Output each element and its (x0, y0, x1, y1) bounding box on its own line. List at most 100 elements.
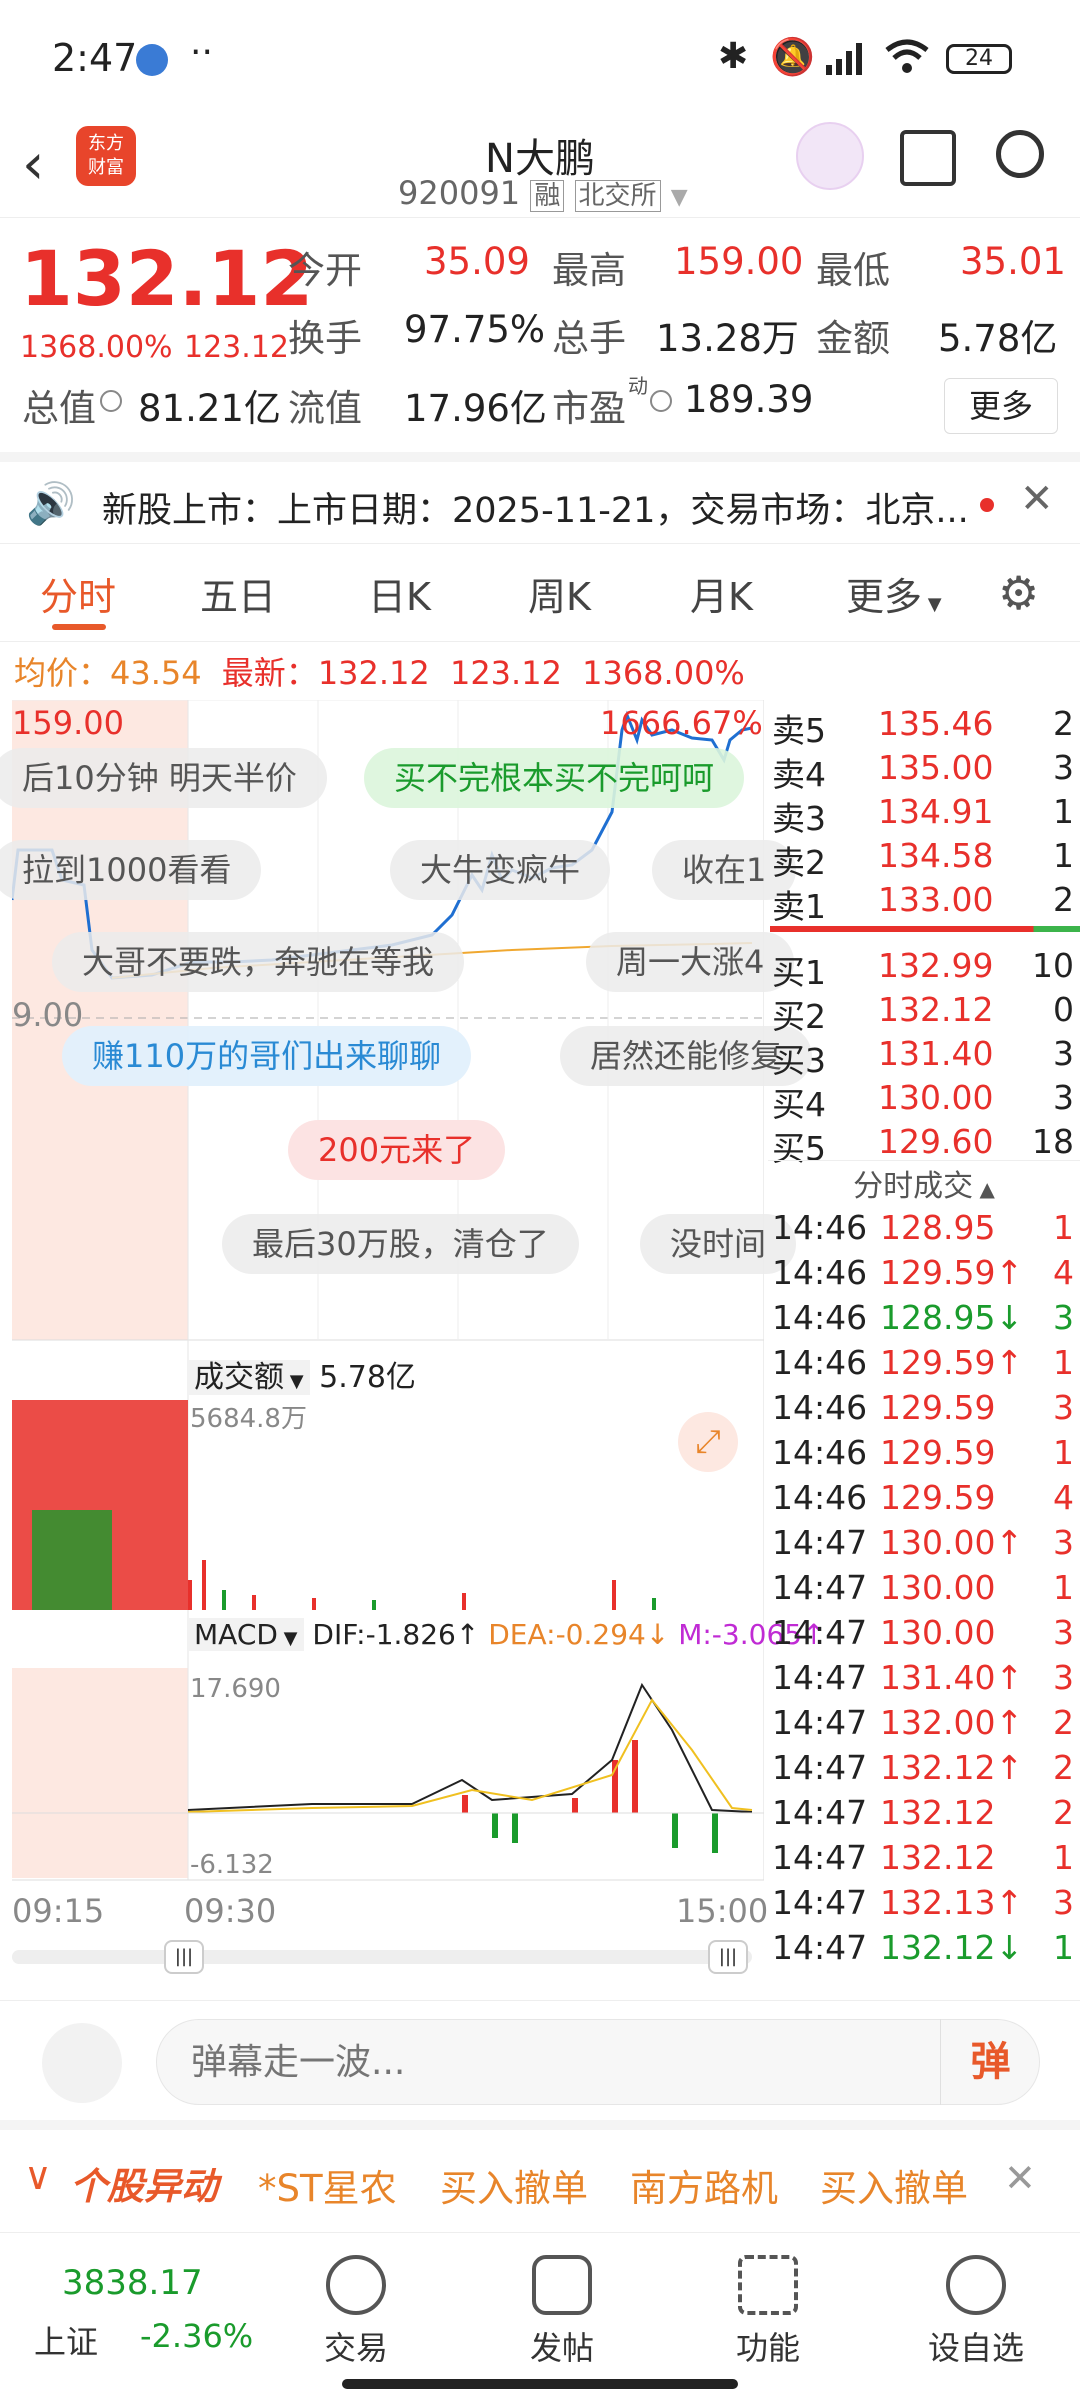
trade-price: 132.12 (880, 1793, 996, 1832)
preopen-shade-macd (12, 1668, 188, 1878)
bid-price: 129.60 (878, 1122, 994, 1161)
trade-price: 129.59 (880, 1478, 996, 1517)
market-tag: 北交所 (574, 180, 661, 212)
ticker-item[interactable]: 买入撤单 (820, 2158, 968, 2212)
tab-five-day[interactable]: 五日 (200, 566, 276, 621)
collapse-icon[interactable]: ∨ (24, 2154, 52, 2198)
home-indicator (342, 2379, 738, 2389)
trade-row: 14:47 130.00↑ 3 (768, 1523, 1080, 1567)
danmu-send-button[interactable]: 弹 (940, 2019, 1040, 2105)
info-icon[interactable] (100, 390, 122, 412)
share-icon[interactable] (900, 130, 956, 186)
trade-volume: 3 (1053, 1388, 1074, 1427)
expand-icon[interactable]: ⤢ (678, 1412, 738, 1472)
index-value[interactable]: 3838.17 (62, 2263, 203, 2303)
assistant-avatar[interactable] (796, 122, 864, 190)
danmu-item: 拉到1000看看 (0, 840, 262, 900)
macd-selector-label: MACD (194, 1618, 278, 1651)
scroll-handle-right[interactable]: ||| (708, 1940, 748, 1974)
speaker-icon: 🔊 (26, 481, 76, 527)
nav-trade[interactable]: 交易 (296, 2255, 416, 2369)
search-icon[interactable] (996, 130, 1044, 178)
trade-time: 14:46 (772, 1343, 868, 1382)
tab-monthly[interactable]: 月K (690, 566, 753, 621)
tab-more[interactable]: 更多 ▼ (846, 566, 942, 621)
alert-ticker[interactable]: ∨ 个股异动 *ST星农 买入撤单 南方路机 买入撤单 ✕ (0, 2120, 1080, 2230)
macd-max-label: 17.690 (190, 1674, 281, 1704)
ask-price: 134.91 (878, 792, 994, 831)
ask-row: 卖1 133.00 2 (768, 880, 1080, 926)
trade-time: 14:46 (772, 1433, 868, 1472)
macd-bars (462, 1740, 718, 1853)
close-icon[interactable]: ✕ (1020, 476, 1054, 522)
tab-intraday[interactable]: 分时 (40, 566, 116, 621)
trade-time: 14:46 (772, 1388, 868, 1427)
trade-row: 14:47 132.00↑ 2 (768, 1703, 1080, 1747)
index-name[interactable]: 上证 (34, 2317, 98, 2363)
latest-change: 123.12 (449, 654, 562, 692)
macd-min-label: -6.132 (190, 1850, 274, 1880)
ask-price: 135.46 (878, 704, 994, 743)
volume-bars (12, 1400, 656, 1610)
ticker-item[interactable]: 买入撤单 (440, 2158, 588, 2212)
time-scrollbar[interactable] (12, 1950, 752, 1964)
ticker-item[interactable]: 南方路机 (630, 2158, 778, 2212)
trade-price: 131.40↑ (880, 1658, 1024, 1697)
ask-row: 卖3 134.91 1 (768, 792, 1080, 838)
bid-volume: 3 (1053, 1034, 1074, 1073)
macd-header: MACD ▼ DIF:-1.826↑ DEA:-0.294↓ M:-3.065↑ (188, 1618, 826, 1651)
volume-value: 13.28万 (656, 317, 799, 360)
trade-row: 14:47 132.12 2 (768, 1793, 1080, 1837)
danmu-settings-icon[interactable] (42, 2023, 122, 2103)
intraday-chart[interactable]: 159.00 1666.67% 9.00 后10分钟 明天半价 买不完根本买不完… (0, 700, 826, 1990)
ask-volume: 2 (1053, 704, 1074, 743)
trade-row: 14:46 129.59↑ 1 (768, 1343, 1080, 1387)
trade-time: 14:47 (772, 1523, 868, 1562)
bluetooth-icon: ✱ (718, 36, 749, 77)
last-price: 132.12 (20, 234, 314, 323)
tab-daily[interactable]: 日K (368, 566, 431, 621)
ticker-item[interactable]: *ST星农 (258, 2158, 397, 2212)
volume-selector[interactable]: 成交额 ▼ (188, 1360, 310, 1395)
period-tabs: 分时 五日 日K 周K 月K 更多 ▼ ⚙ (0, 546, 1080, 642)
danmu-input[interactable] (156, 2019, 1040, 2105)
danmu-item: 赚110万的哥们出来聊聊 (62, 1026, 472, 1086)
trade-row: 14:47 130.00 1 (768, 1568, 1080, 1612)
news-banner[interactable]: 🔊 新股上市：上市日期：2025-11-21，交易市场：北京... ✕ (0, 452, 1080, 544)
ticker-label: 个股异动 (70, 2165, 218, 2208)
pe-info-icon[interactable] (650, 390, 672, 412)
close-ticker-icon[interactable]: ✕ (1004, 2156, 1036, 2200)
trade-time: 14:47 (772, 1838, 868, 1877)
trade-time: 14:47 (772, 1568, 868, 1607)
trade-icon (326, 2255, 386, 2315)
bid-volume: 0 (1053, 990, 1074, 1029)
bid-price: 132.99 (878, 946, 994, 985)
tab-weekly[interactable]: 周K (528, 566, 591, 621)
latest-value: 132.12 (317, 654, 430, 692)
price-summary-line: 均价：43.54 最新：132.12 123.12 1368.00% (14, 648, 745, 694)
trades-title[interactable]: 分时成交 ▲ (768, 1160, 1080, 1204)
trade-price: 129.59 (880, 1433, 996, 1472)
nav-watchlist[interactable]: 设自选 (916, 2255, 1036, 2369)
more-button[interactable]: 更多 (944, 378, 1058, 434)
dif-value: DIF:-1.826↑ (312, 1618, 480, 1651)
nav-functions[interactable]: 功能 (708, 2255, 828, 2369)
bid-ask-ratio-bar (770, 926, 1080, 932)
trade-price: 130.00 (880, 1613, 996, 1652)
macd-selector[interactable]: MACD ▼ (188, 1618, 304, 1651)
trade-volume: 2 (1053, 1793, 1074, 1832)
bid-row: 买3 131.40 3 (768, 1034, 1080, 1080)
trade-time: 14:47 (772, 1748, 868, 1787)
danmu-item: 200元来了 (288, 1120, 506, 1180)
settings-icon[interactable]: ⚙ (998, 566, 1039, 620)
nav-functions-label: 功能 (735, 2329, 800, 2367)
edit-icon (532, 2255, 592, 2315)
trade-price: 129.59 (880, 1388, 996, 1427)
open-label: 今开 (288, 249, 362, 292)
index-pct[interactable]: -2.36% (140, 2317, 253, 2355)
ask-level: 卖2 (772, 843, 826, 882)
trade-time: 14:46 (772, 1478, 868, 1517)
scroll-handle-left[interactable]: ||| (164, 1940, 204, 1974)
quote-panel: 132.12 1368.00% 123.12 今开 35.09 最高 159.0… (0, 220, 1080, 450)
nav-post[interactable]: 发帖 (502, 2255, 622, 2369)
